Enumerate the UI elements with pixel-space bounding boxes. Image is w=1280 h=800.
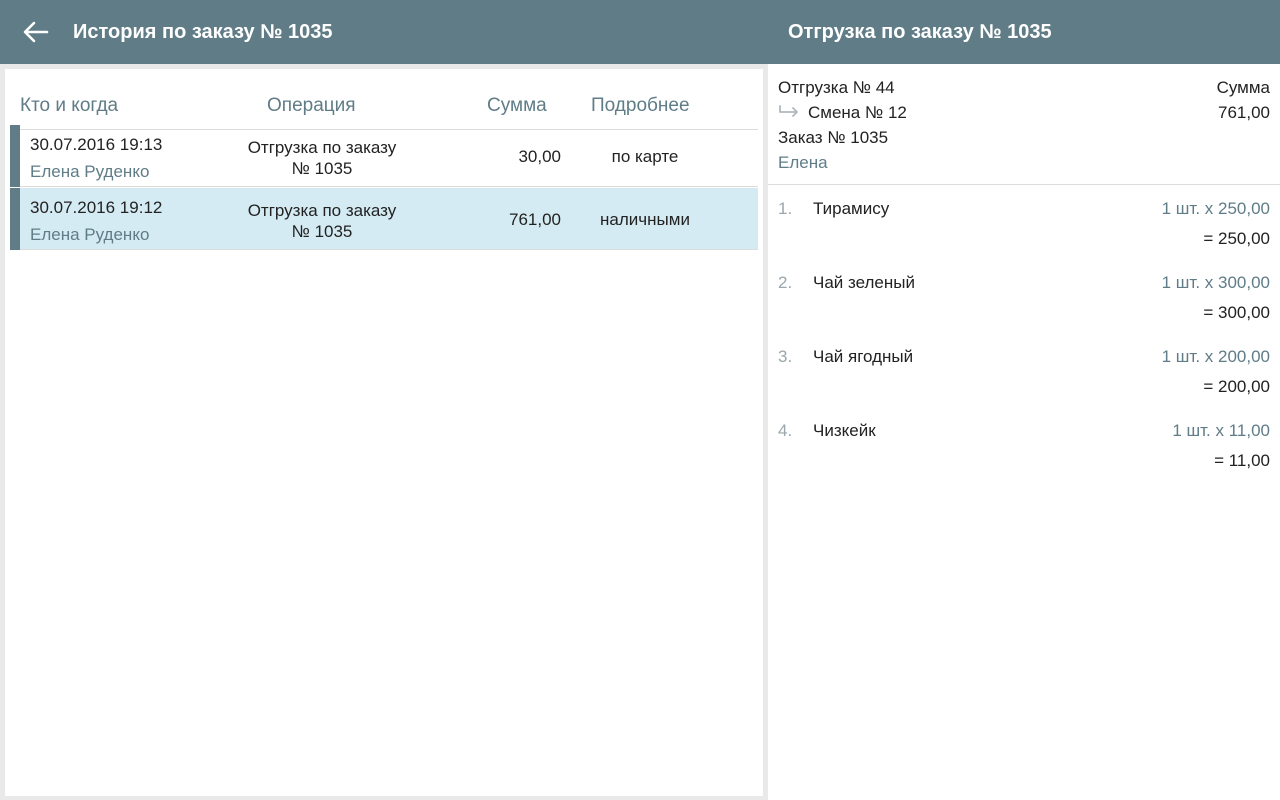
row-sum: 761,00 xyxy=(509,210,561,229)
detail-divider xyxy=(768,184,1280,185)
back-button[interactable] xyxy=(16,12,56,52)
shipment-detail-pane: Отгрузка № 44 Сумма Смена № 12 761,00 За… xyxy=(768,64,1280,800)
item-quantity-price: 1 шт. х 250,00 xyxy=(1161,199,1270,218)
history-row[interactable]: 30.07.2016 19:13 Елена Руденко Отгрузка … xyxy=(10,125,758,187)
row-user: Елена Руденко xyxy=(30,162,150,181)
column-header-who-when: Кто и когда xyxy=(20,95,119,116)
row-date: 30.07.2016 19:13 xyxy=(30,135,163,154)
item-name: Чай ягодный xyxy=(813,347,914,366)
item-number: 2. xyxy=(778,273,793,292)
shift-number: Смена № 12 xyxy=(808,103,907,122)
item-number: 4. xyxy=(778,421,793,440)
row-operation-line1: Отгрузка по заказу xyxy=(247,201,397,220)
subdirectory-arrow-icon xyxy=(779,105,798,117)
shipment-user: Елена xyxy=(778,153,828,172)
shipment-title: Отгрузка по заказу № 1035 xyxy=(788,21,1052,43)
row-details: наличными xyxy=(600,210,690,229)
item-number: 3. xyxy=(778,347,793,366)
item-total: = 250,00 xyxy=(1203,229,1270,248)
item-name: Чай зеленый xyxy=(813,273,915,292)
item-total: = 300,00 xyxy=(1203,303,1270,322)
row-marker xyxy=(10,188,20,250)
arrow-left-icon xyxy=(23,21,49,43)
history-card: Кто и когда Операция Сумма Подробнее 30.… xyxy=(5,69,763,796)
row-date: 30.07.2016 19:12 xyxy=(30,198,163,217)
sum-label: Сумма xyxy=(1216,78,1270,97)
row-details: по карте xyxy=(611,147,679,166)
item-quantity-price: 1 шт. х 200,00 xyxy=(1161,347,1270,366)
history-title: История по заказу № 1035 xyxy=(73,21,333,43)
row-operation: Отгрузка по заказу № 1035 xyxy=(222,200,422,242)
column-header-sum: Сумма xyxy=(487,95,547,116)
order-number: Заказ № 1035 xyxy=(778,128,889,147)
item-number: 1. xyxy=(778,199,793,218)
row-user: Елена Руденко xyxy=(30,225,150,244)
column-header-details: Подробнее xyxy=(591,95,690,116)
row-operation-line1: Отгрузка по заказу xyxy=(247,138,397,157)
row-sum: 30,00 xyxy=(518,147,561,166)
item-quantity-price: 1 шт. х 11,00 xyxy=(1172,421,1270,440)
history-row-selected[interactable]: 30.07.2016 19:12 Елена Руденко Отгрузка … xyxy=(10,188,758,250)
item-total: = 200,00 xyxy=(1203,377,1270,396)
sum-value: 761,00 xyxy=(1218,103,1270,122)
app-window: История по заказу № 1035 Отгрузка по зак… xyxy=(0,0,1280,800)
item-quantity-price: 1 шт. х 300,00 xyxy=(1161,273,1270,292)
row-operation: Отгрузка по заказу № 1035 xyxy=(222,137,422,179)
history-pane: Кто и когда Операция Сумма Подробнее 30.… xyxy=(0,64,768,800)
item-total: = 11,00 xyxy=(1214,451,1270,470)
row-operation-line2: № 1035 xyxy=(291,222,353,241)
column-header-operation: Операция xyxy=(267,95,356,116)
row-marker xyxy=(10,125,20,187)
item-name: Тирамису xyxy=(813,199,890,218)
item-name: Чизкейк xyxy=(813,421,876,440)
row-operation-line2: № 1035 xyxy=(291,159,353,178)
top-app-bar: История по заказу № 1035 Отгрузка по зак… xyxy=(0,0,1280,64)
shipment-number: Отгрузка № 44 xyxy=(778,78,895,97)
